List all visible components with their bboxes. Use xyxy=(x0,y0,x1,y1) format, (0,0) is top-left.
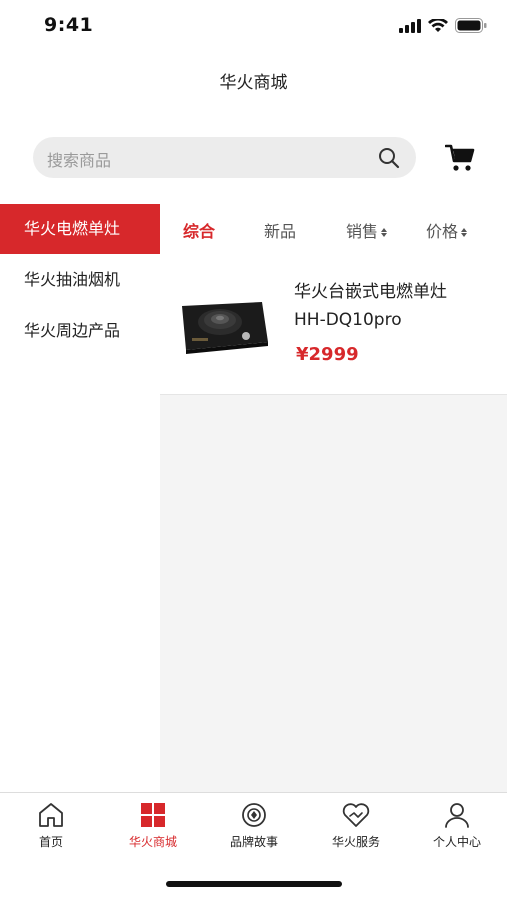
status-time: 9:41 xyxy=(44,14,94,36)
product-image xyxy=(182,302,268,354)
sidebar-item-label: 华火周边产品 xyxy=(24,321,121,340)
sort-tab-label: 销售 xyxy=(346,222,379,241)
sort-tab-price[interactable]: 价格 xyxy=(426,218,468,242)
product-price: ¥2999 xyxy=(296,344,359,365)
tab-brand-story[interactable]: 品牌故事 xyxy=(204,801,304,850)
sidebar-item-accessories[interactable]: 华火周边产品 xyxy=(0,306,160,356)
status-icons xyxy=(399,18,487,33)
tab-profile[interactable]: 个人中心 xyxy=(407,801,507,850)
product-list: 华火台嵌式电燃单灶 HH-DQ10pro ¥2999 xyxy=(160,252,507,792)
sort-arrows-icon xyxy=(381,227,388,237)
tab-label: 个人中心 xyxy=(432,835,481,849)
sort-tab-new[interactable]: 新品 xyxy=(264,218,296,242)
sort-tab-sales[interactable]: 销售 xyxy=(346,218,388,242)
sort-tab-label: 新品 xyxy=(264,222,297,241)
tab-service[interactable]: 华火服务 xyxy=(306,801,406,850)
category-sidebar: 华火电燃单灶 华火抽油烟机 华火周边产品 xyxy=(0,204,160,792)
status-bar: 9:41 xyxy=(0,0,507,56)
sidebar-item-stove[interactable]: 华火电燃单灶 xyxy=(0,204,160,254)
tab-label: 品牌故事 xyxy=(229,835,278,849)
home-icon xyxy=(39,803,63,827)
battery-icon xyxy=(455,18,487,33)
wifi-icon xyxy=(428,18,448,32)
grid-icon xyxy=(141,803,165,827)
sort-tab-label: 价格 xyxy=(426,222,459,241)
search-placeholder: 搜索商品 xyxy=(47,151,112,170)
tab-label: 华火商城 xyxy=(128,835,177,849)
tab-mall[interactable]: 华火商城 xyxy=(103,801,203,850)
service-icon xyxy=(342,803,370,827)
sort-tab-label: 综合 xyxy=(183,222,216,241)
sidebar-item-label: 华火电燃单灶 xyxy=(24,219,121,238)
product-name: 华火台嵌式电燃单灶 HH-DQ10pro xyxy=(294,278,494,334)
product-name-line1: 华火台嵌式电燃单灶 xyxy=(294,282,447,302)
sidebar-item-range-hood[interactable]: 华火抽油烟机 xyxy=(0,255,160,305)
sidebar-item-label: 华火抽油烟机 xyxy=(24,270,121,289)
tab-label: 首页 xyxy=(38,835,63,849)
tab-home[interactable]: 首页 xyxy=(1,801,101,850)
product-model: HH-DQ10pro xyxy=(294,310,402,330)
tab-label: 华火服务 xyxy=(331,835,380,849)
sort-bar: 综合 新品 销售 价格 xyxy=(160,204,507,252)
signal-icon xyxy=(399,18,421,33)
sort-arrows-icon xyxy=(461,227,468,237)
search-input[interactable]: 搜索商品 xyxy=(33,137,416,178)
product-card[interactable]: 华火台嵌式电燃单灶 HH-DQ10pro ¥2999 xyxy=(160,252,507,395)
sort-tab-overall[interactable]: 综合 xyxy=(183,218,215,242)
brand-icon xyxy=(242,803,266,827)
search-icon[interactable] xyxy=(378,147,400,169)
page-title: 华火商城 xyxy=(219,73,288,93)
home-indicator xyxy=(166,881,342,887)
user-icon xyxy=(445,803,469,828)
cart-icon[interactable] xyxy=(445,143,475,173)
